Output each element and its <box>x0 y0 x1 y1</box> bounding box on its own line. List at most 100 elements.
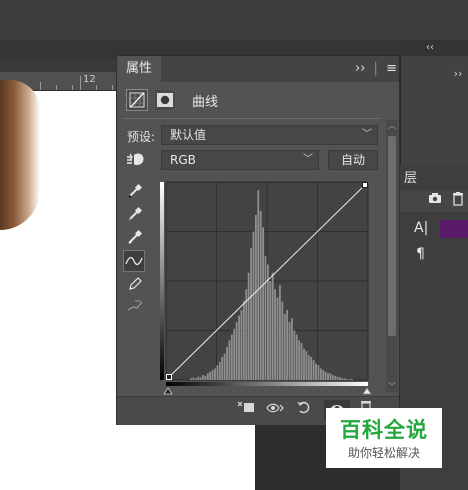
preset-select[interactable]: 默认值 ﹀ <box>161 125 378 145</box>
histogram-bar <box>331 375 334 380</box>
histogram-bar <box>274 289 277 380</box>
histogram-bar <box>264 256 267 380</box>
panel-menu[interactable]: ›› | ≡ <box>355 56 399 82</box>
black-point-handle <box>166 374 172 380</box>
tab-properties[interactable]: 属性 <box>117 56 161 82</box>
histogram-bar <box>240 309 243 380</box>
scrollbar-thumb[interactable] <box>388 136 396 336</box>
histogram-bar <box>286 309 289 380</box>
histogram-bar <box>341 378 344 380</box>
histogram-bar <box>209 371 212 380</box>
layer-mask-icon[interactable] <box>154 89 176 111</box>
ruler-tick-label: 12 <box>83 74 96 85</box>
histogram-bar <box>276 297 279 380</box>
histogram-bar <box>293 330 296 380</box>
watermark-subtitle: 助你轻松解决 <box>347 446 420 460</box>
histogram-bar <box>226 347 228 380</box>
paragraph-panel-icon[interactable]: ¶ <box>416 246 425 262</box>
histogram-bar <box>307 355 310 380</box>
trash-icon[interactable] <box>452 192 464 210</box>
histogram-bar <box>283 314 286 380</box>
curves-graph[interactable] <box>158 176 378 398</box>
histogram-bar <box>238 315 240 380</box>
scroll-up-icon[interactable]: ︿ <box>388 120 396 131</box>
chevron-down-icon: ﹀ <box>362 129 372 140</box>
histogram-bar <box>235 322 238 380</box>
input-gradient-bar <box>166 382 368 386</box>
black-point-eyedropper-icon[interactable] <box>124 180 146 202</box>
double-chevron-icon[interactable]: ›› <box>355 61 365 76</box>
histogram-bar <box>190 378 192 380</box>
expand-chevron-icon[interactable]: ›› <box>448 64 468 84</box>
histogram-bar <box>199 377 202 380</box>
histogram-bar <box>305 351 308 380</box>
histogram-bar <box>334 375 337 380</box>
output-gradient-bar <box>160 182 164 380</box>
scroll-down-icon[interactable]: ﹀ <box>388 381 396 392</box>
gray-point-eyedropper-icon[interactable] <box>124 203 146 225</box>
histogram-bar <box>254 215 257 380</box>
camera-icon[interactable] <box>428 192 442 208</box>
histogram-bar <box>351 379 353 380</box>
histogram-bar <box>202 375 204 380</box>
histogram-bar <box>194 378 197 380</box>
watermark-title: 百科全说 <box>340 418 428 442</box>
histogram-bar <box>291 318 293 380</box>
histogram-bar <box>324 371 327 380</box>
histogram-bar <box>343 378 346 380</box>
curves-adjustment-icon[interactable] <box>126 89 148 111</box>
collapse-chevron-icon[interactable]: ‹‹ <box>420 40 440 56</box>
histogram-bar <box>300 342 303 380</box>
curve-point-tool-icon[interactable] <box>123 250 145 272</box>
auto-button[interactable]: 自动 <box>328 150 378 170</box>
photo-hair-region <box>0 80 40 230</box>
histogram-bar <box>346 379 349 380</box>
histogram-bar <box>348 379 351 380</box>
histogram-bar <box>214 368 216 380</box>
histogram-bar <box>327 373 329 380</box>
layer-thumbnail[interactable] <box>440 220 468 238</box>
white-point-handle <box>362 182 368 188</box>
histogram-bar <box>271 272 274 380</box>
histogram-bar <box>223 353 226 380</box>
character-panel-icon[interactable]: A| <box>414 220 428 236</box>
panel-divider <box>122 118 380 119</box>
target-adjust-hand-icon[interactable] <box>125 151 147 172</box>
histogram-bar <box>245 289 248 380</box>
histogram-bar <box>257 190 260 380</box>
black-slider-handle <box>163 387 173 395</box>
preset-label: 预设: <box>127 130 156 144</box>
histogram-bar <box>252 231 255 380</box>
histogram-bar <box>315 363 317 380</box>
histogram-bar <box>247 272 250 380</box>
adjustment-header: 曲线 <box>126 88 218 112</box>
histogram-bar <box>206 373 209 380</box>
histogram-bar <box>228 340 231 380</box>
pencil-icon[interactable] <box>124 273 146 295</box>
histogram-bar <box>262 227 264 380</box>
histogram-bar <box>233 328 236 380</box>
histogram-bar <box>310 356 313 380</box>
histogram-bar <box>242 300 245 380</box>
histogram-bar <box>329 373 332 380</box>
histogram-bar <box>221 356 224 380</box>
histogram-bar <box>204 375 207 380</box>
panel-scrollbar[interactable]: ︿ ﹀ <box>386 120 398 392</box>
layers-tab-label[interactable]: 层 <box>404 167 417 186</box>
histogram-bar <box>295 334 298 380</box>
histogram-bar <box>281 301 284 380</box>
document-canvas-lower[interactable] <box>0 425 260 490</box>
histogram-bar <box>211 370 214 380</box>
histogram-bar <box>218 361 221 380</box>
histogram-bar <box>336 376 339 380</box>
histogram-bar <box>312 360 315 380</box>
layers-toolbar <box>400 190 468 212</box>
view-previous-state-icon[interactable] <box>265 400 285 420</box>
white-point-eyedropper-icon[interactable] <box>124 226 146 248</box>
channel-select[interactable]: RGB ﹀ <box>161 150 319 170</box>
channel-value: RGB <box>170 153 196 167</box>
hamburger-menu-icon[interactable]: ≡ <box>386 61 397 76</box>
histogram-bar <box>192 377 195 380</box>
reset-icon[interactable] <box>294 400 314 420</box>
clip-to-layer-icon[interactable] <box>236 400 256 420</box>
